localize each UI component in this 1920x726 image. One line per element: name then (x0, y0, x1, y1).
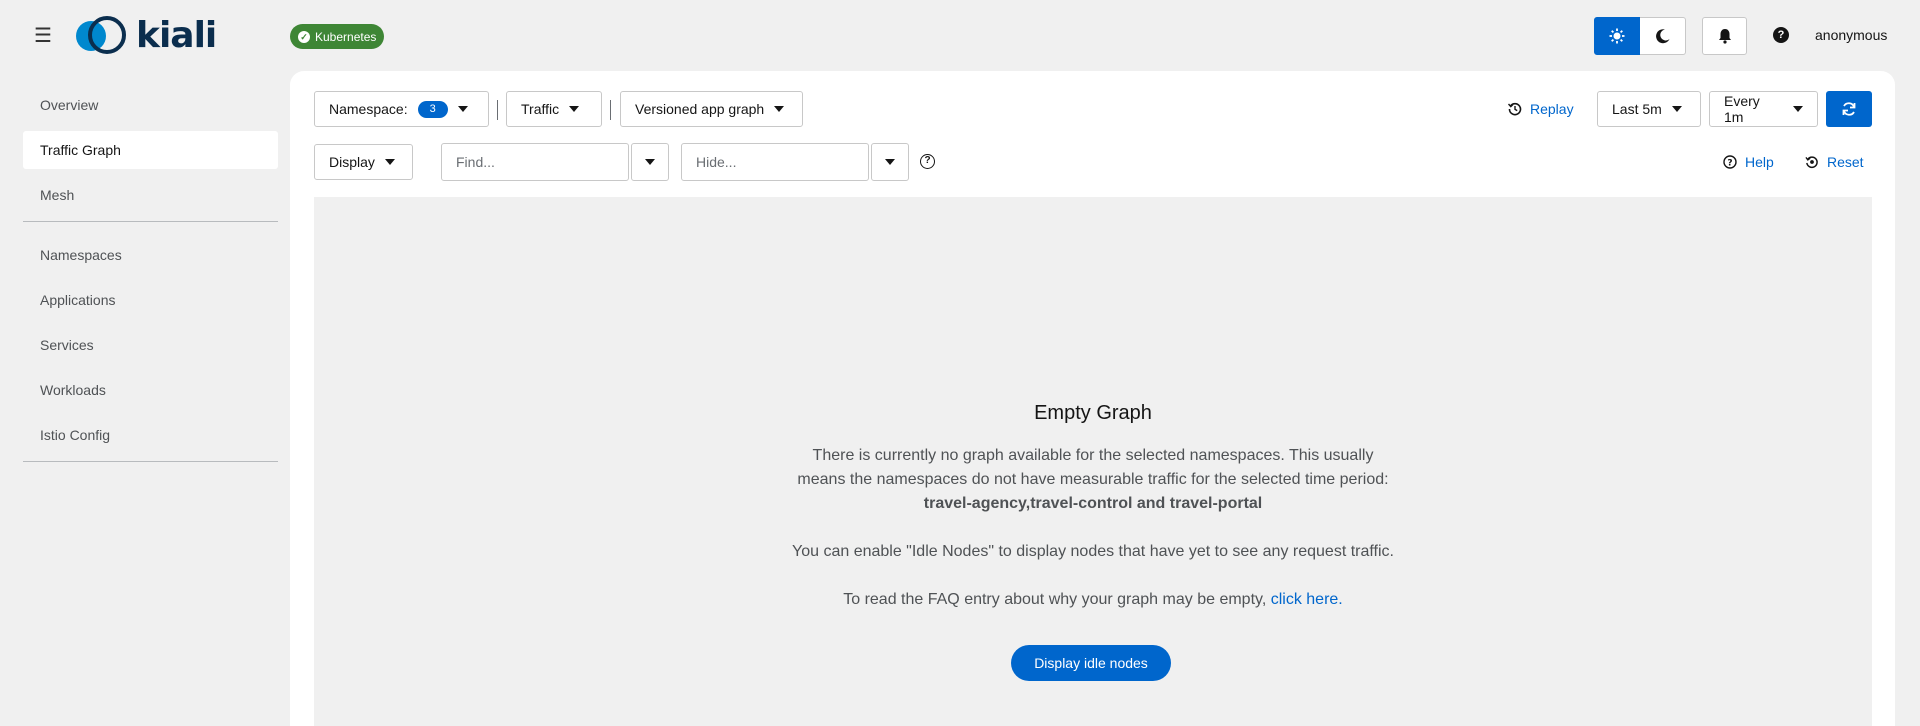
sun-icon (1609, 28, 1625, 44)
caret-down-icon (774, 106, 785, 112)
empty-graph-message: There is currently no graph available fo… (314, 444, 1872, 612)
reset-label: Reset (1827, 154, 1864, 170)
replay-label: Replay (1530, 101, 1574, 117)
logo-text: kiali (136, 15, 217, 56)
moon-icon (1655, 29, 1669, 44)
empty-message-line-1: There is currently no graph available fo… (812, 447, 1374, 464)
namespace-dropdown[interactable]: Namespace: 3 (314, 91, 489, 127)
find-options-toggle[interactable] (631, 143, 669, 181)
sidebar-divider (23, 221, 278, 222)
namespace-count-badge: 3 (417, 100, 448, 118)
caret-down-icon (645, 159, 655, 165)
caret-down-icon (1793, 106, 1803, 112)
sidebar-item-traffic-graph[interactable]: Traffic Graph (23, 131, 278, 169)
sidebar-item-namespaces[interactable]: Namespaces (23, 236, 278, 274)
kiali-logo-icon (76, 16, 130, 56)
faq-prefix: To read the FAQ entry about why your gra… (843, 591, 1267, 608)
caret-down-icon (1671, 106, 1682, 112)
help-menu-icon[interactable]: ? (1773, 27, 1789, 43)
sidebar-item-mesh[interactable]: Mesh (23, 176, 278, 214)
toolbar-divider (497, 100, 498, 120)
reset-icon (1805, 155, 1819, 169)
sidebar-item-workloads[interactable]: Workloads (23, 371, 278, 409)
display-idle-nodes-button[interactable]: Display idle nodes (1011, 645, 1171, 681)
display-dropdown[interactable]: Display (314, 144, 413, 180)
masthead: ☰ kiali ✓ Kubernetes ? anonymous (0, 0, 1920, 72)
duration-label: Last 5m (1612, 101, 1662, 117)
svg-text:?: ? (1727, 159, 1732, 169)
reset-button[interactable]: Reset (1805, 154, 1864, 170)
find-help-icon[interactable]: ? (920, 154, 935, 169)
check-circle-icon: ✓ (298, 30, 310, 43)
refresh-button[interactable] (1826, 91, 1872, 127)
user-menu[interactable]: anonymous (1815, 27, 1887, 43)
bell-icon (1718, 29, 1731, 44)
sidebar-item-istio-config[interactable]: Istio Config (23, 416, 278, 454)
cluster-badge: ✓ Kubernetes (290, 24, 385, 49)
traffic-dropdown[interactable]: Traffic (506, 91, 602, 127)
notifications-button[interactable] (1702, 17, 1747, 55)
cluster-badge-label: Kubernetes (315, 29, 377, 44)
find-input[interactable]: Find... (441, 143, 629, 181)
replay-button[interactable]: Replay (1508, 101, 1574, 117)
sidebar-nav: Overview Traffic Graph Mesh Namespaces A… (23, 86, 278, 476)
dark-theme-button[interactable] (1640, 17, 1686, 55)
hamburger-menu-icon[interactable]: ☰ (34, 26, 52, 46)
empty-graph-title: Empty Graph (1034, 402, 1152, 424)
display-label: Display (329, 154, 375, 170)
sidebar-item-services[interactable]: Services (23, 326, 278, 364)
graph-type-label: Versioned app graph (635, 101, 765, 117)
duration-dropdown[interactable]: Last 5m (1597, 91, 1701, 127)
idle-nodes-hint: You can enable "Idle Nodes" to display n… (792, 543, 1394, 560)
graph-canvas: Empty Graph There is currently no graph … (314, 197, 1872, 726)
refresh-interval-label: Every 1m (1724, 93, 1760, 125)
faq-line: To read the FAQ entry about why your gra… (314, 588, 1872, 612)
hide-input[interactable]: Hide... (681, 143, 869, 181)
caret-down-icon (569, 106, 580, 112)
theme-toggle (1594, 17, 1686, 55)
help-button[interactable]: ? Help (1723, 154, 1774, 170)
traffic-label: Traffic (521, 101, 560, 117)
sidebar-divider (23, 461, 278, 462)
history-icon (1508, 102, 1522, 116)
caret-down-icon (457, 106, 468, 112)
faq-link[interactable]: click here. (1271, 591, 1343, 608)
empty-message-line-2: means the namespaces do not have measura… (797, 471, 1389, 488)
help-circle-icon: ? (1723, 155, 1737, 169)
graph-type-dropdown[interactable]: Versioned app graph (620, 91, 803, 127)
sidebar-item-overview[interactable]: Overview (23, 86, 278, 124)
toolbar-divider (610, 100, 611, 120)
sync-icon (1842, 102, 1856, 116)
kiali-logo[interactable]: kiali (76, 15, 217, 56)
refresh-interval-dropdown[interactable]: Every 1m (1709, 91, 1818, 127)
empty-namespaces-list: travel-agency,travel-control and travel-… (923, 495, 1263, 512)
hide-options-toggle[interactable] (871, 143, 909, 181)
sidebar-item-applications[interactable]: Applications (23, 281, 278, 319)
help-label: Help (1745, 154, 1774, 170)
namespace-label: Namespace: (329, 101, 408, 117)
caret-down-icon (384, 159, 395, 165)
light-theme-button[interactable] (1594, 17, 1640, 55)
caret-down-icon (885, 159, 895, 165)
